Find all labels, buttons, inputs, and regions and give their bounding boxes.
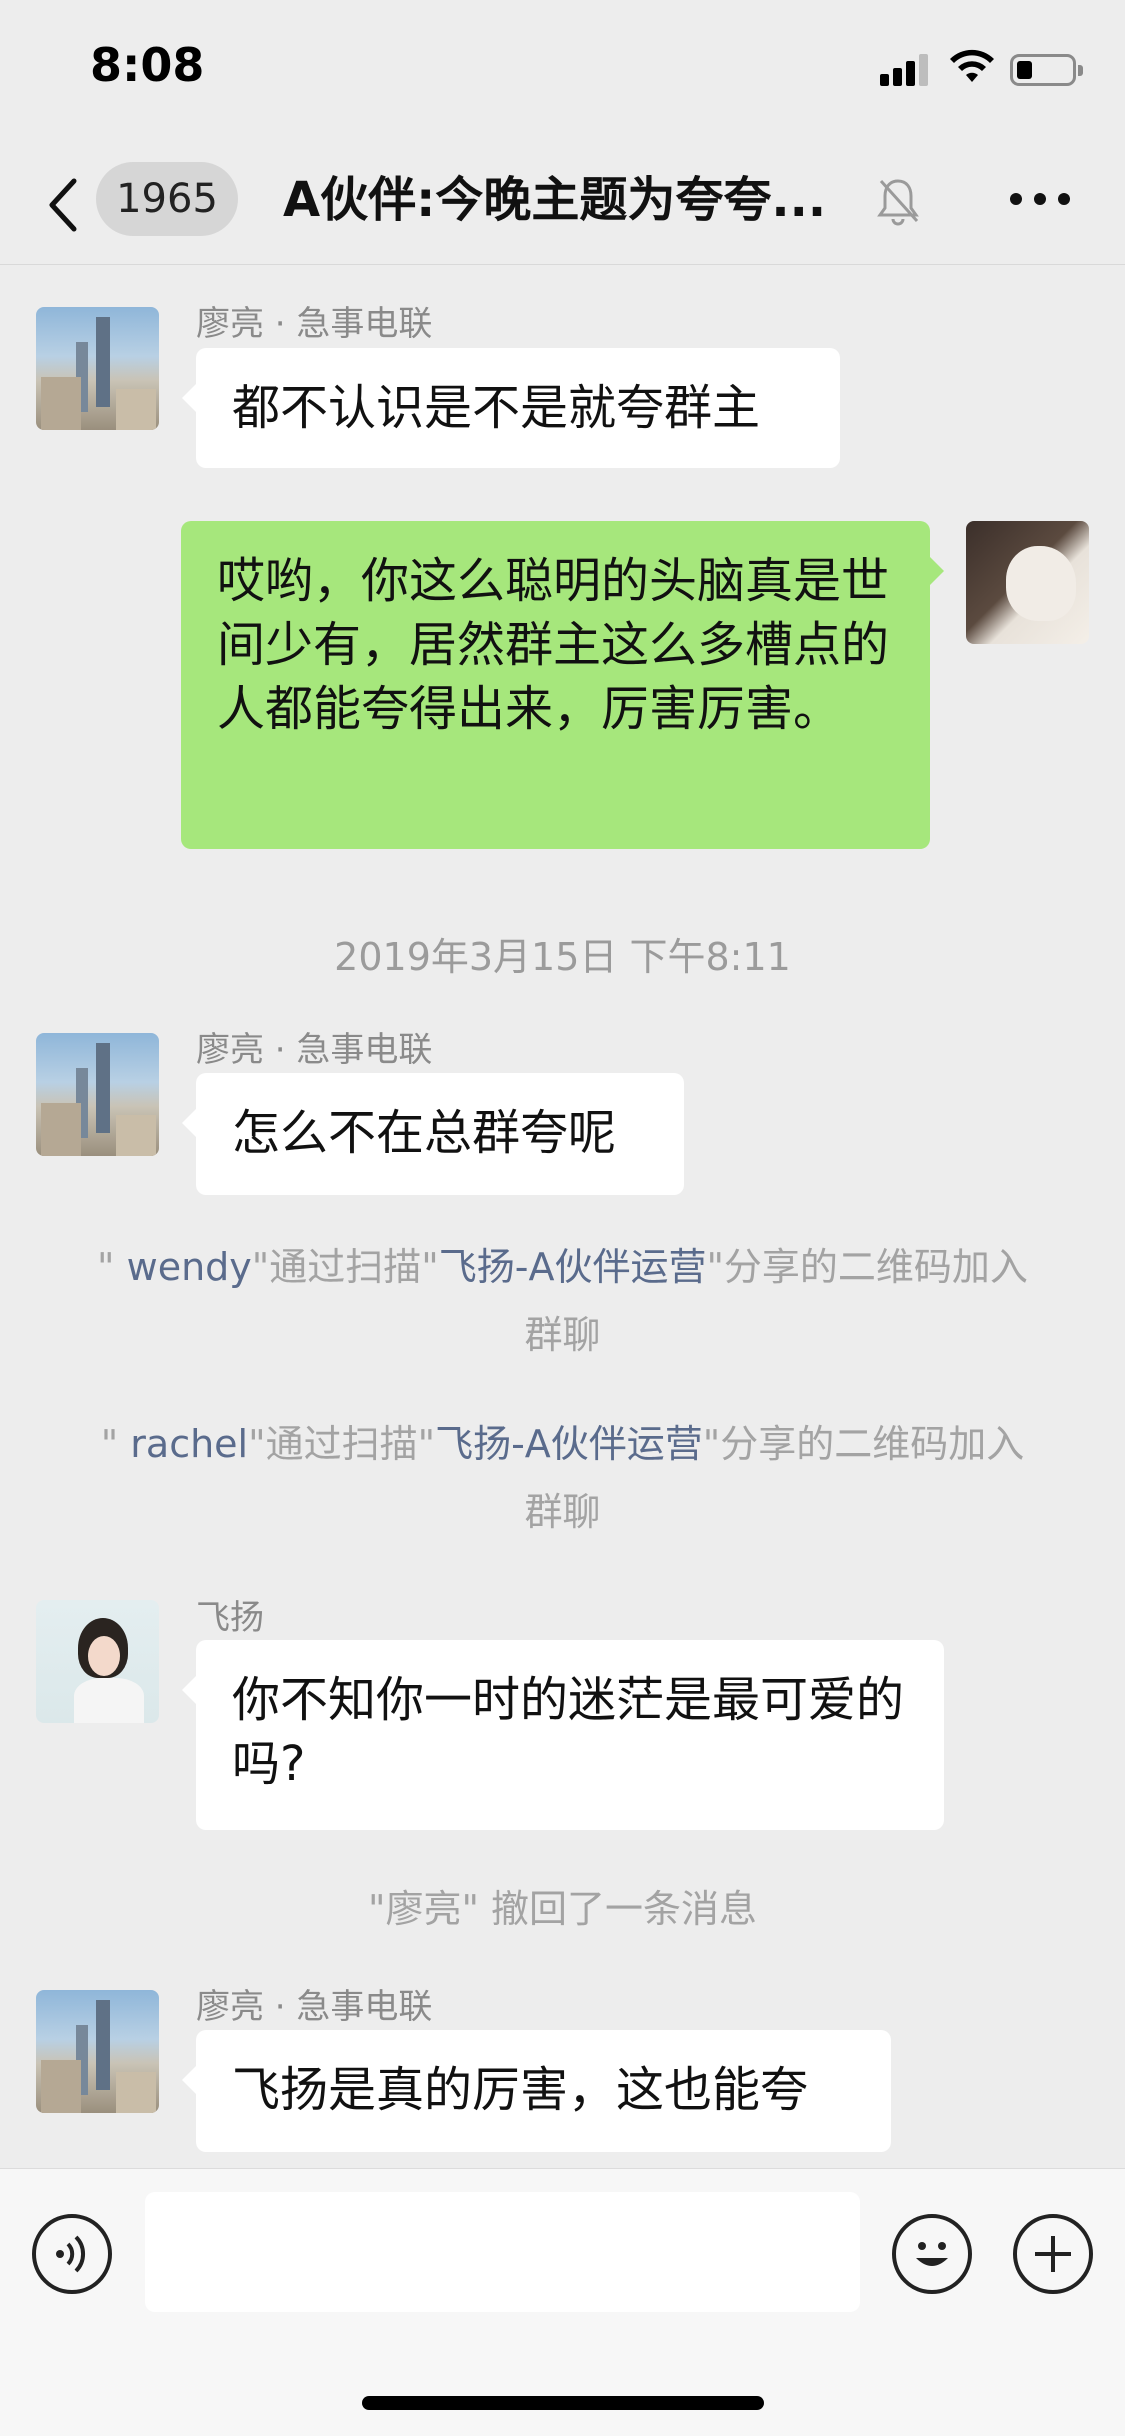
chat-header: 1965 A伙伴:今晚主题为夸夸... bbox=[0, 135, 1125, 265]
inviter-link[interactable]: 飞扬-A伙伴运营 bbox=[435, 1422, 703, 1466]
timestamp: 2019年3月15日 下午8:11 bbox=[334, 935, 791, 979]
avatar[interactable] bbox=[36, 307, 159, 430]
avatar[interactable] bbox=[36, 1033, 159, 1156]
signal-icon bbox=[880, 52, 930, 86]
more-icon[interactable] bbox=[1010, 193, 1070, 207]
battery-icon bbox=[1010, 54, 1083, 86]
message-bubble-outgoing[interactable]: 哎哟，你这么聪明的头脑真是世间少有，居然群主这么多槽点的人都能夸得出来，厉害厉害… bbox=[181, 521, 944, 849]
sender-name: 廖亮 · 急事电联 bbox=[196, 1030, 433, 1070]
system-note-join: " wendy"通过扫描"飞扬-A伙伴运营"分享的二维码加入群聊 bbox=[97, 1245, 1028, 1357]
avatar[interactable] bbox=[36, 1600, 159, 1723]
back-icon[interactable] bbox=[44, 175, 84, 235]
plus-icon[interactable] bbox=[1013, 2214, 1093, 2294]
message-bubble-incoming[interactable]: 都不认识是不是就夸群主 bbox=[182, 348, 840, 468]
voice-icon[interactable] bbox=[32, 2214, 112, 2294]
mute-bell-icon bbox=[877, 179, 919, 226]
system-note-join: " rachel"通过扫描"飞扬-A伙伴运营"分享的二维码加入群聊 bbox=[100, 1422, 1025, 1534]
chat-title: A伙伴:今晚主题为夸夸... bbox=[283, 172, 827, 228]
nickname-link[interactable]: wendy bbox=[127, 1245, 252, 1289]
unread-count-badge[interactable]: 1965 bbox=[96, 162, 238, 236]
recall-note: "廖亮" 撤回了一条消息 bbox=[367, 1887, 758, 1931]
message-bubble-incoming[interactable]: 飞扬是真的厉害，这也能夸 bbox=[182, 2030, 891, 2152]
sender-name: 廖亮 · 急事电联 bbox=[196, 1987, 433, 2027]
status-time: 8:08 bbox=[90, 38, 205, 92]
emoji-icon[interactable] bbox=[892, 2214, 972, 2294]
sender-name: 飞扬 bbox=[196, 1598, 264, 1638]
avatar[interactable] bbox=[36, 1990, 159, 2113]
message-input[interactable] bbox=[145, 2192, 860, 2312]
status-bar: 8:08 bbox=[0, 0, 1125, 135]
nickname-link[interactable]: rachel bbox=[130, 1422, 248, 1466]
inviter-link[interactable]: 飞扬-A伙伴运营 bbox=[439, 1245, 707, 1289]
message-bubble-incoming[interactable]: 怎么不在总群夸呢 bbox=[182, 1073, 684, 1195]
wifi-icon bbox=[950, 49, 994, 82]
message-bubble-incoming[interactable]: 你不知你一时的迷茫是最可爱的吗? bbox=[182, 1640, 944, 1830]
home-indicator[interactable] bbox=[362, 2396, 764, 2410]
avatar-self[interactable] bbox=[966, 521, 1089, 644]
sender-name: 廖亮 · 急事电联 bbox=[196, 304, 433, 344]
